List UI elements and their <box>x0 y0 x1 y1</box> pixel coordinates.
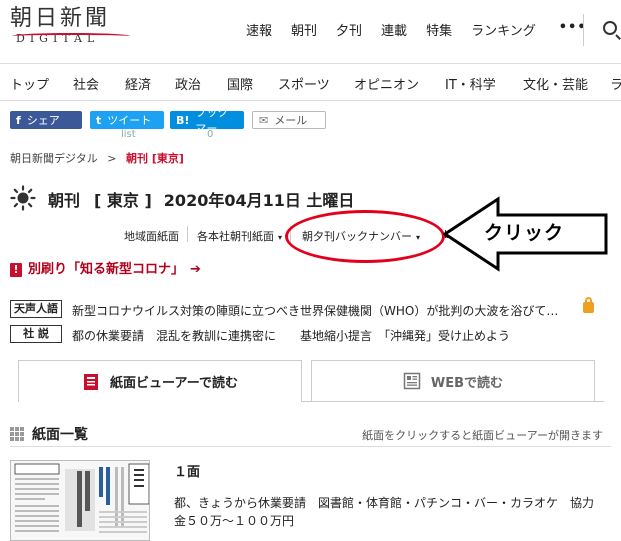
header-divider <box>583 14 584 46</box>
category-nav: トップ 社会 経済 政治 国際 スポーツ オピニオン IT・科学 文化・芸能 ラ <box>0 63 621 101</box>
tenseijingo-link[interactable]: 新型コロナウイルス対策の陣頭に立つべき世界保健機関（WHO）が批判の大波を浴びて… <box>72 302 558 319</box>
newspaper-viewer-icon <box>84 373 99 390</box>
site-logo[interactable]: 朝日新聞 DIGITAL <box>10 6 130 45</box>
highlight-ellipse <box>285 210 445 263</box>
tab-divider <box>302 401 604 402</box>
section-title: 紙面一覧 <box>32 427 88 443</box>
catnav-item-top[interactable]: トップ <box>10 74 49 93</box>
tab-web-label: WEBで読む <box>430 375 504 391</box>
breadcrumb-separator: > <box>107 152 117 165</box>
mail-share-button[interactable]: ✉ メール <box>252 111 326 129</box>
breadcrumb: 朝日新聞デジタル > 朝刊 [東京] <box>10 150 184 166</box>
web-article-icon <box>403 372 421 390</box>
page-thumbnail[interactable] <box>10 460 150 541</box>
catnav-item-politics[interactable]: 政治 <box>175 74 201 93</box>
editorial-badge[interactable]: 社 説 <box>10 325 62 343</box>
title-region: [ 東京 ] <box>94 191 152 210</box>
facebook-icon: f <box>16 113 21 127</box>
section-header: 紙面一覧 <box>10 424 88 444</box>
branch-pages-dropdown[interactable]: 各本社朝刊紙面 ▾ <box>197 228 282 244</box>
logo-arc <box>12 33 130 39</box>
special-section-link[interactable]: ! 別刷り「知る新型コロナ」 ➔ <box>10 258 201 277</box>
breadcrumb-current: 朝刊 [東京] <box>126 152 184 165</box>
hatena-bookmark-button[interactable]: B! ブックマー <box>170 106 244 135</box>
catnav-item-international[interactable]: 国際 <box>227 74 253 93</box>
hatena-bookmark-label: ブックマー <box>195 106 229 135</box>
catnav-item-society[interactable]: 社会 <box>73 74 99 93</box>
logo-main-text: 朝日新聞 <box>10 6 111 31</box>
twitter-share-label: ツイート <box>107 114 152 127</box>
grid-icon <box>10 427 24 441</box>
tab-viewer[interactable]: 紙面ビューアーで読む <box>18 360 302 402</box>
breadcrumb-home[interactable]: 朝日新聞デジタル <box>10 152 98 165</box>
title-edition-type: 朝刊 <box>48 191 81 210</box>
catnav-item-opinion[interactable]: オピニオン <box>354 74 419 93</box>
facebook-share-label: シェア <box>26 114 60 127</box>
catnav-item-it-science[interactable]: IT・科学 <box>445 74 496 93</box>
tab-web[interactable]: WEBで読む <box>311 360 595 402</box>
topnav-item-morning[interactable]: 朝刊 <box>291 20 317 39</box>
section-note: 紙面をクリックすると紙面ビューアーが開きます <box>362 429 603 442</box>
hatena-icon: B! <box>176 113 190 127</box>
catnav-item-culture[interactable]: 文化・芸能 <box>523 74 588 93</box>
annotation-label: クリック <box>484 222 565 244</box>
twitter-share-button[interactable]: t ツイート <box>90 111 164 129</box>
subnav-divider <box>187 226 188 242</box>
twitter-icon: t <box>96 113 102 127</box>
hatena-count[interactable]: 0 <box>207 129 213 140</box>
section-divider <box>10 446 611 447</box>
top-nav: 速報 朝刊 夕刊 連載 特集 ランキング ••• <box>246 20 606 39</box>
page-number[interactable]: １面 <box>174 461 200 480</box>
page-title: 朝刊 [ 東京 ] 2020年04月11日 土曜日 <box>48 187 354 211</box>
tenseijingo-badge[interactable]: 天声人語 <box>10 300 62 318</box>
sun-icon <box>10 185 36 211</box>
page-headline[interactable]: 都、きょうから休業要請 図書館・体育館・パチンコ・バー・カラオケ 協力金５０万～… <box>174 494 604 530</box>
lock-icon <box>583 297 594 313</box>
mail-icon: ✉ <box>259 113 269 127</box>
newspaper-thumbnail-image <box>11 461 149 540</box>
tab-viewer-label: 紙面ビューアーで読む <box>110 376 238 391</box>
regional-pages-link[interactable]: 地域面紙面 <box>124 228 179 244</box>
topnav-item-ranking[interactable]: ランキング <box>471 20 536 39</box>
title-date: 2020年04月11日 土曜日 <box>163 191 355 210</box>
catnav-item-economy[interactable]: 経済 <box>125 74 151 93</box>
special-section-label: 別刷り「知る新型コロナ」 <box>28 262 185 277</box>
chevron-down-icon: ▾ <box>278 233 283 242</box>
facebook-share-button[interactable]: f シェア <box>10 111 82 129</box>
topnav-item-evening[interactable]: 夕刊 <box>336 20 362 39</box>
mail-share-label: メール <box>274 114 308 127</box>
arrow-right-icon: ➔ <box>190 262 201 277</box>
catnav-item-overflow[interactable]: ラ <box>610 74 621 93</box>
topnav-item-breaking[interactable]: 速報 <box>246 20 272 39</box>
editorial-link[interactable]: 都の休業要請 混乱を教訓に連携密に 基地縮小提言 「沖縄発」受け止めよう <box>72 327 510 344</box>
branch-pages-label: 各本社朝刊紙面 <box>197 230 274 243</box>
alert-icon: ! <box>10 263 22 277</box>
catnav-item-sports[interactable]: スポーツ <box>278 74 330 93</box>
topnav-item-series[interactable]: 連載 <box>381 20 407 39</box>
twitter-count[interactable]: list <box>121 129 136 140</box>
topnav-item-features[interactable]: 特集 <box>426 20 452 39</box>
search-icon[interactable] <box>603 21 617 35</box>
